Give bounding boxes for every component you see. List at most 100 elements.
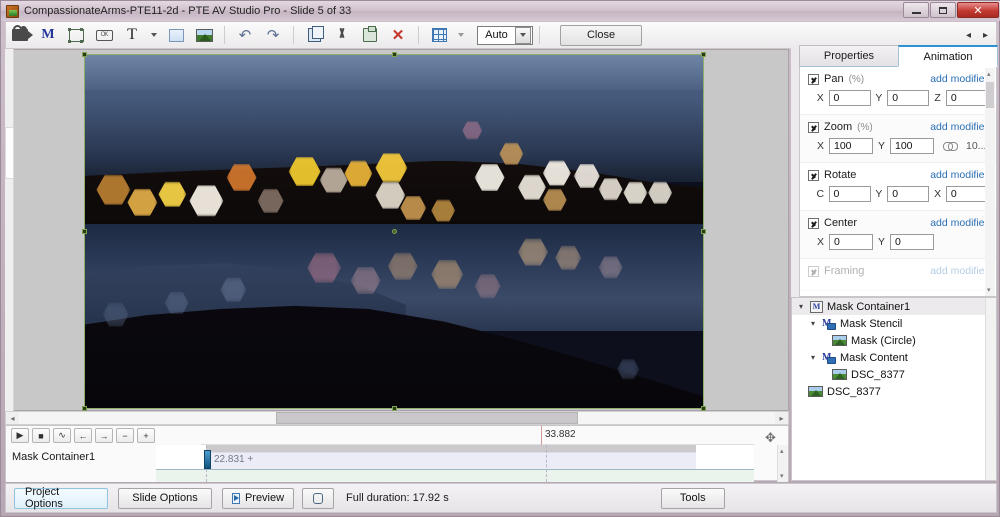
slide-options-button[interactable]: Slide Options (118, 487, 212, 509)
scroll-down-button[interactable]: ▾ (780, 472, 784, 480)
slide-canvas[interactable] (5, 49, 789, 411)
pan-z-input[interactable]: 0 (945, 90, 988, 106)
remove-keyframe-button[interactable]: − (116, 428, 134, 443)
zoom-checkbox-row[interactable]: Zoom (%) (808, 121, 873, 133)
slide-image-preview[interactable] (84, 54, 704, 409)
keyframe-marker[interactable] (204, 450, 211, 469)
copy-button[interactable] (301, 24, 327, 46)
chevron-down-icon[interactable]: ▾ (808, 353, 818, 362)
scroll-right-button[interactable]: ▸ (775, 412, 788, 424)
framing-add-modifier-link[interactable]: add modifier (930, 265, 988, 277)
delete-button[interactable]: ✕ (385, 24, 411, 46)
paste-button[interactable] (357, 24, 383, 46)
rotate-add-modifier-link[interactable]: add modifier (930, 169, 988, 181)
track-clip[interactable] (206, 452, 696, 469)
tab-animation[interactable]: Animation (898, 45, 998, 67)
grid-dropdown-button[interactable] (454, 24, 468, 46)
tree-node-mask-container1[interactable]: ▾ M Mask Container1 (792, 298, 996, 315)
timeline-ruler[interactable]: 33.882 (201, 426, 754, 445)
tab-properties[interactable]: Properties (799, 45, 899, 67)
chevron-down-icon[interactable]: ▾ (808, 319, 818, 328)
rotate-checkbox[interactable] (808, 169, 819, 181)
minimize-button[interactable] (903, 2, 929, 18)
rotate-checkbox-row[interactable]: Rotate (808, 169, 856, 181)
zoom-level-select[interactable]: Auto (477, 25, 533, 45)
tree-node-dsc8377[interactable]: DSC_8377 (792, 383, 996, 400)
pan-add-modifier-link[interactable]: add modifier (930, 73, 988, 85)
undo-button[interactable]: ↶ (232, 24, 258, 46)
canvas-vertical-scrollbar[interactable] (5, 49, 14, 411)
close-window-button[interactable]: ✕ (957, 2, 999, 18)
image-object-button[interactable] (191, 24, 217, 46)
scrollbar-thumb[interactable] (986, 82, 994, 108)
zoom-level-dropdown-arrow[interactable] (515, 26, 531, 44)
stop-button[interactable]: ■ (32, 428, 50, 443)
next-keyframe-button[interactable]: → (95, 428, 113, 443)
preview-button[interactable]: Preview (222, 487, 294, 509)
canvas-horizontal-scrollbar[interactable]: ◂ ▸ (5, 411, 789, 425)
rotate-y-input[interactable]: 0 (887, 186, 930, 202)
scrollbar-thumb[interactable] (276, 412, 579, 424)
video-object-button[interactable] (7, 24, 33, 46)
grid-button[interactable] (426, 24, 452, 46)
center-checkbox[interactable] (808, 217, 819, 229)
scrollbar-thumb[interactable] (5, 127, 14, 179)
center-add-modifier-link[interactable]: add modifier (930, 217, 988, 229)
framing-checkbox-row[interactable]: Framing (808, 265, 864, 277)
framing-checkbox[interactable] (808, 265, 819, 277)
tools-button[interactable]: Tools (660, 487, 725, 509)
chevron-down-icon[interactable]: ▾ (796, 302, 806, 311)
preview-label: Preview (244, 492, 285, 504)
tree-node-mask-circle[interactable]: Mask (Circle) (792, 332, 996, 349)
center-x-input[interactable]: 0 (829, 234, 873, 250)
panel-vertical-scrollbar[interactable]: ▴ ▾ (985, 68, 995, 296)
previous-slide-button[interactable]: ◂ (966, 30, 971, 41)
close-editor-button[interactable]: Close (560, 24, 642, 46)
button-object-button[interactable]: OK (91, 24, 117, 46)
pan-checkbox-row[interactable]: Pan (%) (808, 73, 864, 85)
center-checkbox-row[interactable]: Center (808, 217, 857, 229)
mask-object-button[interactable]: M (35, 24, 61, 46)
zoom-checkbox[interactable] (808, 121, 819, 133)
project-options-button[interactable]: Project Options (14, 486, 108, 510)
track-clip-secondary[interactable] (156, 469, 754, 482)
add-keyframe-button[interactable]: + (137, 428, 155, 443)
rectangle-object-button[interactable] (163, 24, 189, 46)
next-slide-button[interactable]: ▸ (983, 30, 988, 41)
scroll-left-button[interactable]: ◂ (6, 412, 19, 424)
play-button[interactable]: ▶ (11, 428, 29, 443)
grid-icon (431, 28, 447, 42)
loop-icon (313, 492, 323, 504)
zoom-y-input[interactable]: 100 (890, 138, 934, 154)
link-icon[interactable] (943, 141, 958, 151)
animation-timeline: ▶ ■ ∿ ← → − + 33.882 Mask Container1 22.… (5, 425, 789, 482)
prev-keyframe-button[interactable]: ← (74, 428, 92, 443)
scroll-up-button[interactable]: ▴ (780, 447, 784, 455)
text-dropdown-button[interactable] (147, 24, 161, 46)
pan-y-input[interactable]: 0 (887, 90, 930, 106)
zoom-add-modifier-link[interactable]: add modifier (930, 121, 988, 133)
rotate-x-input[interactable]: 0 (945, 186, 988, 202)
rotate-c-input[interactable]: 0 (828, 186, 871, 202)
tree-node-mask-content[interactable]: ▾ M Mask Content (792, 349, 996, 366)
timeline-vertical-scrollbar[interactable]: ▴ ▾ (777, 445, 788, 482)
tree-node-dsc8377-content[interactable]: DSC_8377 (792, 366, 996, 383)
cut-button[interactable] (329, 24, 355, 46)
frame-object-button[interactable] (63, 24, 89, 46)
loop-preview-button[interactable] (302, 487, 334, 509)
scroll-up-button[interactable]: ▴ (987, 70, 991, 78)
scroll-down-button[interactable]: ▾ (987, 286, 991, 294)
curve-button[interactable]: ∿ (53, 428, 71, 443)
zoom-x-input[interactable]: 100 (829, 138, 873, 154)
tree-vertical-scrollbar[interactable] (985, 298, 996, 480)
center-y-input[interactable]: 0 (890, 234, 934, 250)
pan-checkbox[interactable] (808, 73, 819, 85)
maximize-button[interactable] (930, 2, 956, 18)
scrollbar-track[interactable] (19, 412, 775, 424)
timeline-tracks[interactable]: 22.831 + (156, 445, 754, 482)
objects-tree[interactable]: ▾ M Mask Container1 ▾ M Mask Stencil Mas… (791, 297, 997, 481)
tree-node-mask-stencil[interactable]: ▾ M Mask Stencil (792, 315, 996, 332)
pan-x-input[interactable]: 0 (828, 90, 871, 106)
redo-button[interactable]: ↷ (260, 24, 286, 46)
text-object-button[interactable]: T (119, 24, 145, 46)
